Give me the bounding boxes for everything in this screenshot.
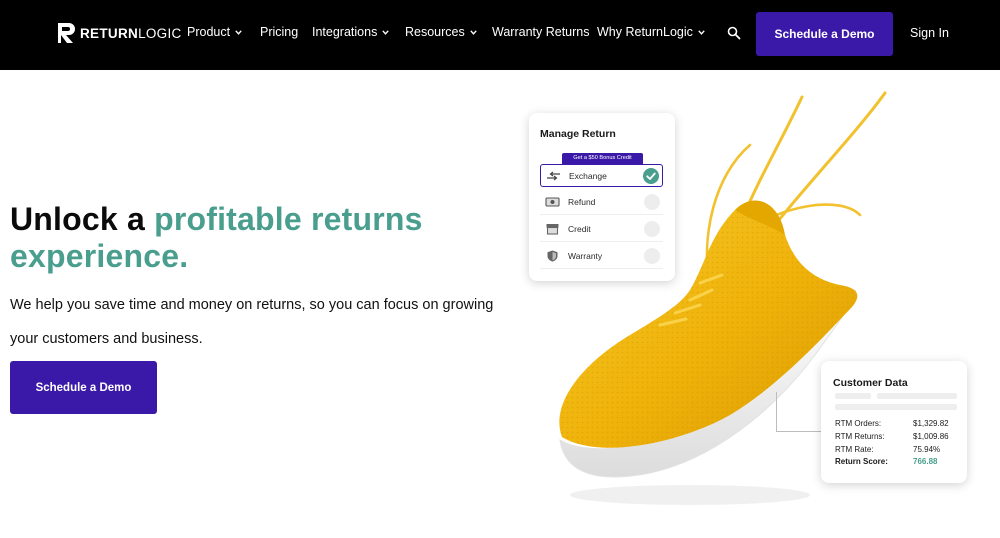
return-option-label: Credit xyxy=(568,224,591,234)
hero-subtext: We help you save time and money on retur… xyxy=(10,297,494,347)
hero-headline: Unlock a profitable returns experience. xyxy=(10,201,490,275)
chevron-down-icon xyxy=(235,29,242,35)
chevron-down-icon xyxy=(470,29,477,35)
sign-in-link[interactable]: Sign In xyxy=(910,26,949,40)
row-value: $1,329.82 xyxy=(913,419,949,428)
option-divider xyxy=(540,214,663,215)
placeholder-bar xyxy=(877,393,913,399)
bonus-credit-badge: Get a $50 Bonus Credit xyxy=(562,153,643,164)
nav-pricing[interactable]: Pricing xyxy=(260,25,298,39)
radio-unselected xyxy=(644,194,660,210)
option-divider xyxy=(540,268,663,269)
return-option-label: Refund xyxy=(568,197,596,207)
shield-icon xyxy=(547,250,558,262)
nav-product[interactable]: Product xyxy=(187,25,242,39)
returnlogic-logo-icon xyxy=(58,23,75,43)
nav-resources[interactable]: Resources xyxy=(405,25,477,39)
nav-why-returnlogic-label: Why ReturnLogic xyxy=(597,25,693,39)
logo-wordmark-light: LOGIC xyxy=(138,25,182,41)
nav-pricing-label: Pricing xyxy=(260,25,299,39)
placeholder-bar xyxy=(835,404,957,410)
return-option-label: Warranty xyxy=(568,251,603,261)
returnlogic-logo[interactable]: RETURNLOGIC xyxy=(57,22,182,44)
option-divider xyxy=(540,241,663,242)
exchange-arrows-icon xyxy=(547,171,560,181)
cash-icon xyxy=(545,197,560,207)
row-key: Return Score: xyxy=(835,457,888,466)
search-icon[interactable] xyxy=(727,26,741,40)
placeholder-bar xyxy=(835,393,871,399)
top-nav: RETURNLOGIC Product Pricing Integrations… xyxy=(0,0,1000,70)
return-option-credit[interactable]: Credit xyxy=(540,218,663,241)
return-option-label: Exchange xyxy=(569,171,607,181)
logo-wordmark: RETURNLOGIC xyxy=(80,26,182,41)
hero-headline-lead: Unlock a xyxy=(10,201,155,237)
nav-warranty-returns-label: Warranty Returns xyxy=(492,25,590,39)
connector-line xyxy=(776,392,822,432)
nav-schedule-demo-button[interactable]: Schedule a Demo xyxy=(756,12,893,56)
nav-integrations[interactable]: Integrations xyxy=(312,25,390,39)
customer-data-card: Customer Data RTM Orders: $1,329.82 RTM … xyxy=(821,361,967,483)
return-option-refund[interactable]: Refund xyxy=(540,191,663,214)
nav-integrations-label: Integrations xyxy=(312,25,378,39)
row-key: RTM Returns: xyxy=(835,432,885,441)
return-option-exchange[interactable]: Exchange xyxy=(540,164,663,187)
check-icon xyxy=(643,168,659,184)
row-value: $1,009.86 xyxy=(913,432,949,441)
row-key: RTM Orders: xyxy=(835,419,882,428)
nav-warranty-returns[interactable]: Warranty Returns xyxy=(492,25,589,39)
placeholder-bar xyxy=(911,393,957,399)
store-icon xyxy=(546,224,559,235)
manage-return-card: Manage Return Get a $50 Bonus Credit Exc… xyxy=(529,113,675,281)
row-value: 75.94% xyxy=(913,445,941,454)
return-option-warranty[interactable]: Warranty xyxy=(540,245,663,268)
hero-schedule-demo-button[interactable]: Schedule a Demo xyxy=(10,361,157,414)
logo-wordmark-bold: RETURN xyxy=(80,25,139,41)
radio-unselected xyxy=(644,248,660,264)
chevron-down-icon xyxy=(382,29,390,35)
row-key: RTM Rate: xyxy=(835,445,874,454)
chevron-down-icon xyxy=(698,29,705,35)
radio-unselected xyxy=(644,221,660,237)
return-score-value: 766.88 xyxy=(913,457,938,466)
nav-why-returnlogic[interactable]: Why ReturnLogic xyxy=(597,25,705,39)
manage-return-title: Manage Return xyxy=(540,128,616,140)
customer-data-title: Customer Data xyxy=(833,377,908,389)
nav-resources-label: Resources xyxy=(405,25,465,39)
nav-product-label: Product xyxy=(187,25,231,39)
